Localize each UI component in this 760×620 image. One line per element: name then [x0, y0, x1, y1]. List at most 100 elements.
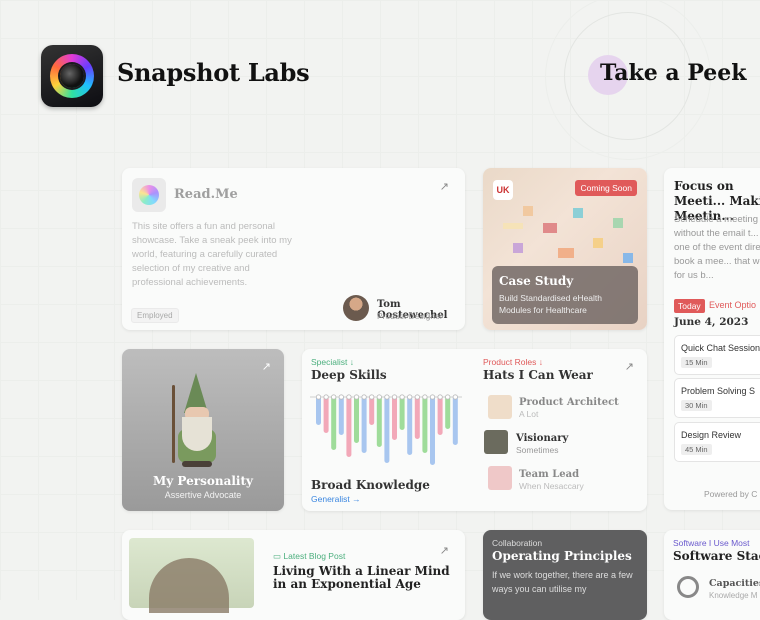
- skill-bar-cap: [414, 394, 420, 400]
- meeting-slot[interactable]: Quick Chat Session 15 Min: [674, 335, 760, 375]
- operating-principles-card[interactable]: Collaboration Operating Principles If we…: [483, 530, 647, 620]
- take-a-peek-link[interactable]: Take a Peek: [600, 60, 747, 86]
- skill-bar-cap: [331, 394, 337, 400]
- role-frequency: A Lot: [519, 409, 539, 419]
- meeting-slot[interactable]: Design Review 45 Min: [674, 422, 760, 462]
- slot-name: Quick Chat Session: [681, 343, 760, 353]
- capacities-icon: [677, 576, 699, 598]
- personality-card[interactable]: ↗ My Personality Assertive Advocate: [122, 349, 284, 511]
- role-frequency: When Nesaccary: [519, 481, 584, 491]
- personality-title: My Personality: [153, 474, 253, 488]
- schedule-text: Schedule a meeting without the email t..…: [674, 214, 760, 281]
- skill-bar: [430, 395, 435, 465]
- skill-bar: [384, 395, 390, 463]
- readme-card[interactable]: Read.Me This site offers a fun and perso…: [122, 168, 465, 330]
- slot-name: Design Review: [681, 430, 742, 440]
- skill-bar: [452, 395, 458, 445]
- skill-bar: [323, 395, 329, 433]
- status-badge: Employed: [131, 308, 179, 323]
- powered-by: Powered by C: [704, 489, 758, 499]
- role-avatar: [488, 466, 512, 490]
- schedule-date: June 4, 2023: [674, 316, 749, 328]
- deep-skills-title: Deep Skills: [311, 368, 387, 382]
- app-logo[interactable]: [41, 45, 103, 107]
- software-stack-title: Software Stack: [673, 549, 760, 563]
- role-name: Visionary: [516, 433, 569, 444]
- coming-soon-badge: Coming Soon: [575, 180, 637, 196]
- slot-duration: 30 Min: [681, 400, 712, 411]
- blog-illustration: [129, 538, 254, 613]
- skill-bar-cap: [315, 394, 322, 400]
- skill-bar: [346, 395, 352, 457]
- avatar: [343, 295, 369, 321]
- arrow-up-right-icon[interactable]: ↗: [262, 360, 271, 373]
- readme-title: Read.Me: [174, 187, 238, 202]
- skill-bar: [445, 395, 451, 429]
- uk-flag-icon: UK: [493, 180, 513, 200]
- skill-bar: [437, 395, 443, 435]
- skill-bar-cap: [361, 394, 367, 400]
- skill-bar-cap: [384, 394, 390, 400]
- today-badge: Today: [674, 299, 705, 313]
- case-study-card[interactable]: UK Coming Soon Case Study Build Standard…: [483, 168, 647, 330]
- latest-blog-label: ▭ Latest Blog Post: [273, 551, 345, 562]
- schedule-card[interactable]: Focus on Meeti... Making Meetin... Sched…: [664, 168, 760, 510]
- meeting-slot[interactable]: Problem Solving S 30 Min: [674, 378, 760, 418]
- app-icon: [132, 178, 166, 212]
- skill-bar: [354, 395, 359, 443]
- generalist-link[interactable]: Generalist →: [311, 494, 361, 504]
- skill-bar-cap: [391, 394, 398, 400]
- skill-bar-cap: [369, 394, 375, 400]
- person-role: Product Designer: [377, 311, 443, 321]
- skill-bar-cap: [437, 394, 443, 400]
- skill-bar: [392, 395, 397, 440]
- operating-principles-text: If we work together, there are a few way…: [492, 570, 633, 594]
- skill-bar: [331, 395, 337, 450]
- skills-card[interactable]: Specialist ↓ Deep Skills Broad Knowledge…: [302, 349, 647, 511]
- blog-card[interactable]: ▭ Latest Blog Post Living With a Linear …: [122, 530, 465, 620]
- skill-bar-cap: [422, 394, 428, 400]
- case-study-caption: Case Study Build Standardised eHealth Mo…: [492, 266, 638, 324]
- collaboration-label: Collaboration: [492, 538, 543, 548]
- slot-name: Problem Solving S: [681, 386, 756, 396]
- arrow-up-right-icon[interactable]: ↗: [440, 544, 449, 557]
- role-name: Product Architect: [519, 397, 619, 408]
- broad-knowledge-title: Broad Knowledge: [311, 478, 430, 492]
- skill-bar-cap: [445, 394, 451, 400]
- role-avatar: [484, 430, 508, 454]
- skill-bar: [338, 395, 344, 435]
- event-options-label: Event Optio: [709, 300, 757, 310]
- skill-bar-cap: [376, 394, 382, 400]
- skill-bar: [414, 395, 420, 439]
- skill-bar: [399, 395, 405, 430]
- skill-bar: [422, 395, 428, 453]
- skill-bars-chart: [310, 394, 462, 465]
- case-study-subtitle: Build Standardised eHealth Modules for H…: [499, 293, 603, 315]
- camera-lens-icon: [50, 54, 94, 98]
- skill-bar-cap: [399, 394, 405, 400]
- skill-bar-cap: [346, 394, 352, 400]
- role-avatar: [488, 395, 512, 419]
- arrow-up-right-icon[interactable]: ↗: [440, 180, 449, 193]
- skill-bar-cap: [323, 394, 329, 400]
- role-frequency: Sometimes: [516, 445, 559, 455]
- slot-duration: 15 Min: [681, 357, 712, 368]
- role-name: Team Lead: [519, 469, 580, 480]
- operating-principles-title: Operating Principles: [492, 549, 632, 563]
- document-icon: ▭: [273, 551, 284, 561]
- product-roles-label: Product Roles ↓: [483, 357, 543, 367]
- arrow-up-right-icon[interactable]: ↗: [625, 360, 634, 373]
- personality-subtitle: Assertive Advocate: [164, 490, 242, 500]
- blog-title[interactable]: Living With a Linear Mind in an Exponent…: [273, 565, 453, 591]
- blog-label-text: Latest Blog Post: [283, 551, 346, 561]
- case-study-title: Case Study: [499, 274, 574, 288]
- hats-title: Hats I Can Wear: [483, 368, 593, 382]
- skill-bar: [376, 395, 382, 447]
- brand-name: Snapshot Labs: [117, 58, 310, 87]
- software-item-subtitle: Knowledge M: [709, 591, 758, 600]
- software-stack-card[interactable]: Software I Use Most Software Stack Capac…: [664, 530, 760, 620]
- skill-bar: [361, 395, 367, 453]
- skill-bar-cap: [452, 394, 458, 400]
- skill-bar-cap: [353, 394, 360, 400]
- software-item-name: Capacities: [709, 578, 760, 589]
